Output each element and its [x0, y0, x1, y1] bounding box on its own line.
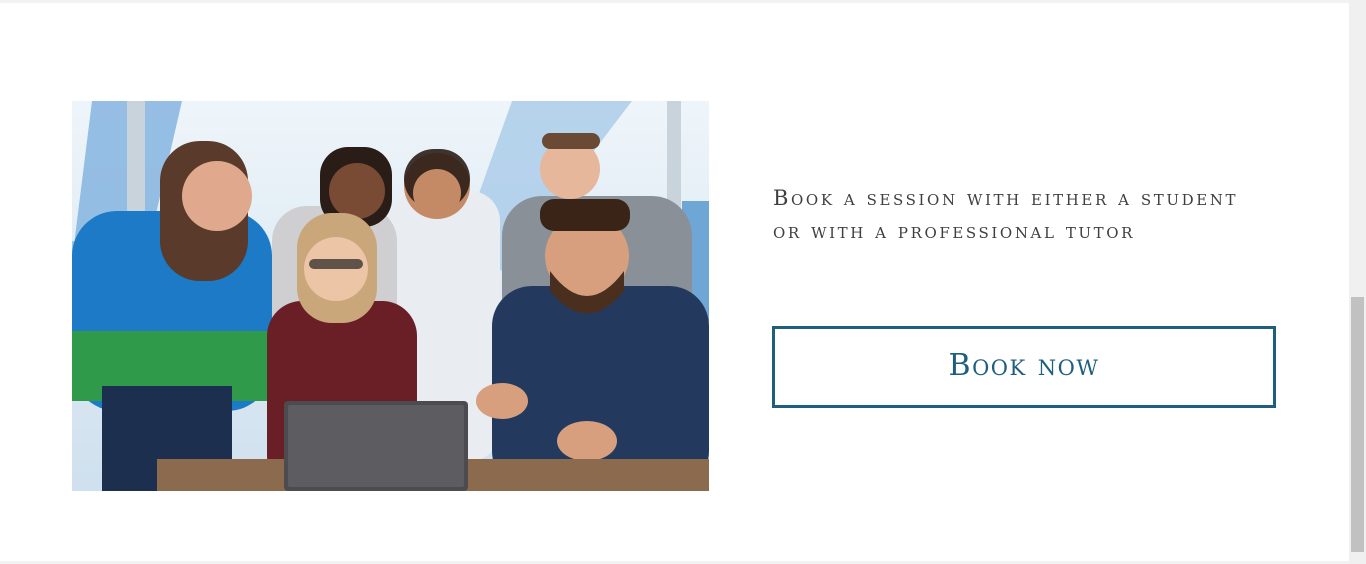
scrollbar-thumb[interactable] [1351, 297, 1364, 552]
book-now-button[interactable]: Book now [772, 326, 1276, 408]
photo-illustration [72, 101, 709, 491]
booking-tagline: Book a session with either a student or … [773, 186, 1239, 243]
book-now-button-label: Book now [948, 347, 1100, 383]
top-divider [0, 0, 1349, 3]
page: Book a session with either a student or … [0, 0, 1366, 564]
group-photo-image [72, 101, 709, 491]
